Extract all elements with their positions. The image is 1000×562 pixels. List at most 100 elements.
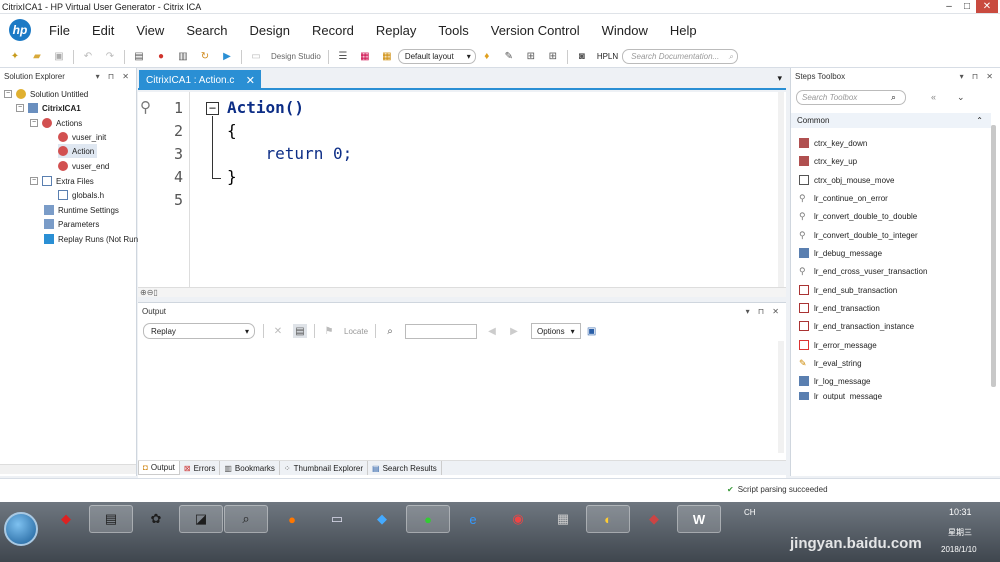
- new-script-icon[interactable]: ✦: [8, 50, 22, 64]
- taskbar-explorer-icon[interactable]: ▤: [89, 505, 133, 533]
- pen-icon[interactable]: ✎: [502, 50, 516, 64]
- menu-design[interactable]: Design: [250, 23, 290, 38]
- taskbar-paint-icon[interactable]: ✿: [134, 505, 178, 533]
- step-item[interactable]: lr_end_transaction: [799, 301, 880, 315]
- menu-edit[interactable]: Edit: [92, 23, 114, 38]
- step-item[interactable]: ⚲ lr_continue_on_error: [799, 191, 888, 205]
- layout-select[interactable]: Default layout ▾: [397, 49, 476, 64]
- tree-script[interactable]: − CitrixICA1: [16, 101, 81, 115]
- taskbar-app-icon[interactable]: ◆: [360, 505, 404, 533]
- taskbar-ie-icon[interactable]: e: [451, 505, 495, 533]
- collapse-icon[interactable]: −: [30, 177, 38, 185]
- editor-hscroll[interactable]: ⊕⊖▯: [138, 287, 786, 297]
- collapse-icon[interactable]: −: [30, 119, 38, 127]
- play-icon[interactable]: ▶: [220, 50, 234, 64]
- step-item[interactable]: ⚲ lr_convert_double_to_double: [799, 209, 917, 223]
- tree-action[interactable]: Action: [58, 144, 98, 158]
- tree-vuser-init[interactable]: vuser_init: [58, 130, 106, 144]
- step-item[interactable]: lr_output_message: [799, 392, 882, 400]
- taskbar-app-icon[interactable]: ▭: [315, 505, 359, 533]
- step-item[interactable]: lr_end_sub_transaction: [799, 283, 897, 297]
- menu-replay[interactable]: Replay: [376, 23, 416, 38]
- documentation-search-input[interactable]: Search Documentation... ⌕: [622, 49, 739, 64]
- output-source-select[interactable]: Replay ▾: [143, 323, 255, 339]
- save-icon[interactable]: ▣: [52, 50, 66, 64]
- bulb-icon[interactable]: ♦: [480, 50, 494, 64]
- parameters-icon[interactable]: ▦: [380, 50, 394, 64]
- taskbar-word-icon[interactable]: W: [677, 505, 721, 533]
- clear-icon[interactable]: ✕: [271, 324, 285, 338]
- open-icon[interactable]: ▰: [30, 50, 44, 64]
- output-vscroll[interactable]: [778, 341, 784, 453]
- tab-dropdown-icon[interactable]: ▾: [777, 73, 782, 84]
- replay-icon[interactable]: ▥: [176, 50, 190, 64]
- tab-thumbnail-explorer[interactable]: ⁘ Thumbnail Explorer: [280, 461, 368, 475]
- taskbar-app-icon[interactable]: ●: [406, 505, 450, 533]
- locate-icon[interactable]: ⚑: [322, 324, 336, 338]
- menu-record[interactable]: Record: [312, 23, 354, 38]
- hpln-button[interactable]: HPLN: [597, 52, 618, 61]
- tiles-icon[interactable]: ⊞: [546, 50, 560, 64]
- tree-parameters[interactable]: Parameters: [44, 217, 99, 231]
- step-item[interactable]: ctrx_key_down: [799, 136, 867, 150]
- maximize-button[interactable]: □: [958, 0, 976, 13]
- steps-vscroll[interactable]: [991, 125, 996, 387]
- editor-vscroll[interactable]: [778, 92, 784, 288]
- input-language[interactable]: CH: [744, 508, 756, 517]
- tree-solution[interactable]: − Solution Untitled: [4, 87, 88, 101]
- tab-errors[interactable]: ⊠ Errors: [180, 461, 221, 475]
- taskbar-vugen-icon[interactable]: ◐: [586, 505, 630, 533]
- steps-icon[interactable]: ☰: [336, 50, 350, 64]
- menu-tools[interactable]: Tools: [438, 23, 468, 38]
- step-item[interactable]: lr_error_message: [799, 338, 877, 352]
- tree-globals[interactable]: globals.h: [58, 188, 104, 202]
- step-item[interactable]: ⚲ lr_end_cross_vuser_transaction: [799, 264, 927, 278]
- output-search-input[interactable]: [405, 323, 478, 339]
- zoom-controls[interactable]: ⊕⊖▯: [140, 288, 158, 297]
- menu-view[interactable]: View: [136, 23, 164, 38]
- undo-icon[interactable]: ↶: [81, 50, 95, 64]
- camera-icon[interactable]: ◙: [575, 50, 589, 64]
- previous-icon[interactable]: ◀: [485, 324, 499, 338]
- step-item[interactable]: lr_debug_message: [799, 246, 882, 260]
- tab-action-c[interactable]: CitrixICA1 : Action.c ✕: [139, 70, 261, 90]
- redo-icon[interactable]: ↷: [103, 50, 117, 64]
- menu-version-control[interactable]: Version Control: [491, 23, 580, 38]
- close-tab-icon[interactable]: ✕: [246, 74, 255, 87]
- save-output-icon[interactable]: ▣: [585, 324, 599, 338]
- tab-bookmarks[interactable]: ▥ Bookmarks: [220, 461, 280, 475]
- tab-output[interactable]: ◘ Output: [138, 461, 180, 475]
- taskbar-app-icon[interactable]: ◆: [44, 505, 88, 533]
- tree-runtime-settings[interactable]: Runtime Settings: [44, 203, 119, 217]
- code-editor[interactable]: ⚲ 1 2 3 4 5 − Action() { return 0; }: [138, 92, 786, 288]
- panel-controls[interactable]: ▾ ⊓ ✕: [960, 72, 996, 81]
- grid-icon[interactable]: ⊞: [524, 50, 538, 64]
- step-item[interactable]: ctrx_obj_mouse_move: [799, 173, 894, 187]
- step-item[interactable]: lr_log_message: [799, 374, 870, 388]
- tree-extra-files[interactable]: − Extra Files: [30, 174, 94, 188]
- compile-icon[interactable]: ↻: [198, 50, 212, 64]
- taskbar-app-icon[interactable]: ◪: [179, 505, 223, 533]
- collapse-icon[interactable]: −: [4, 90, 12, 98]
- panel-controls[interactable]: ▾ ⊓ ✕: [96, 72, 132, 81]
- tree-replay-runs[interactable]: Replay Runs (Not Run: [44, 232, 138, 246]
- menu-search[interactable]: Search: [186, 23, 227, 38]
- solution-hscroll[interactable]: [0, 464, 136, 474]
- start-button[interactable]: [4, 512, 38, 546]
- close-button[interactable]: ✕: [976, 0, 998, 13]
- taskbar-chrome-icon[interactable]: ◉: [496, 505, 540, 533]
- locate-button[interactable]: Locate: [344, 327, 368, 336]
- collapse-all-icon[interactable]: «: [931, 92, 936, 102]
- taskbar-app-icon[interactable]: ◆: [632, 505, 676, 533]
- menu-window[interactable]: Window: [602, 23, 648, 38]
- options-button[interactable]: Options ▾: [531, 323, 581, 339]
- design-studio-icon[interactable]: ▭: [249, 50, 263, 64]
- runtime-icon[interactable]: ▦: [358, 50, 372, 64]
- expand-icon[interactable]: ⌄: [957, 92, 965, 103]
- collapse-icon[interactable]: −: [16, 104, 24, 112]
- panel-controls[interactable]: ▾ ⊓ ✕: [746, 307, 782, 316]
- tree-vuser-end[interactable]: vuser_end: [58, 159, 109, 173]
- menu-file[interactable]: File: [49, 23, 70, 38]
- steps-search-input[interactable]: Search Toolbox: [796, 90, 906, 105]
- fold-toggle-icon[interactable]: −: [206, 102, 219, 115]
